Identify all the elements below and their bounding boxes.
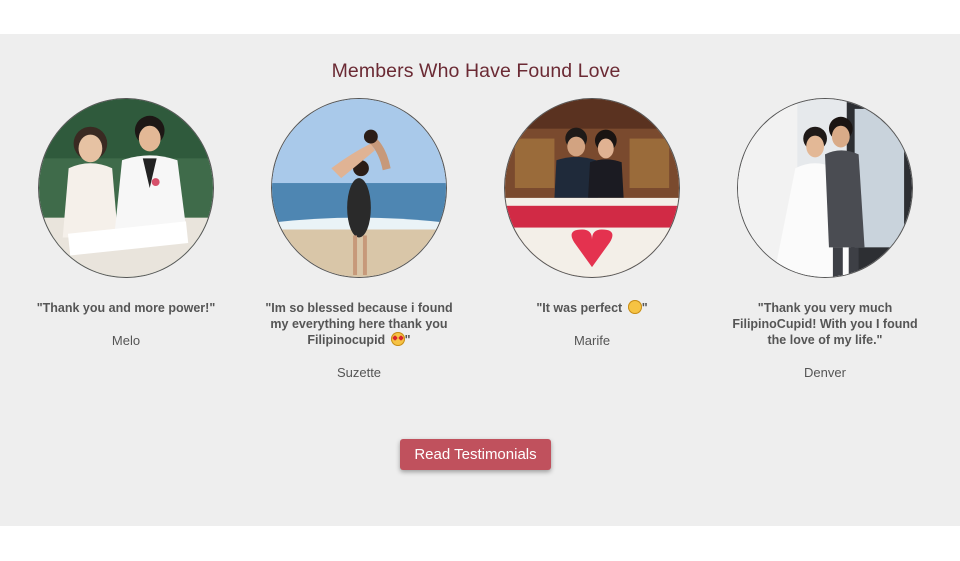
- testimonial-card-marife: "It was perfect " Marife: [487, 98, 697, 348]
- testimonial-quote: "Thank you and more power!": [36, 301, 216, 315]
- smiling-blush-emoji-icon: [627, 300, 642, 314]
- section-title: Members Who Have Found Love: [331, 60, 621, 82]
- testimonial-quote: "Im so blessed because i found my everyt…: [265, 301, 453, 347]
- read-testimonials-button[interactable]: Read Testimonials: [400, 439, 551, 470]
- testimonial-card-suzette: "Im so blessed because i found my everyt…: [254, 98, 464, 380]
- couple-photo-dinner: [504, 98, 680, 278]
- couple-photo-wedding-signing: [38, 98, 214, 278]
- couple-photo-beach: [271, 98, 447, 278]
- testimonial-card-melo: "Thank you and more power!" Melo: [21, 98, 231, 348]
- testimonial-quote: "Thank you very much FilipinoCupid! With…: [732, 301, 918, 347]
- testimonial-quote-end: ": [404, 333, 411, 347]
- testimonials-section: Members Who Have Found Love "Thank you a…: [0, 34, 960, 526]
- star-struck-emoji-icon: [390, 332, 405, 346]
- testimonial-quote-end: ": [641, 301, 648, 315]
- testimonial-name: Melo: [111, 333, 141, 348]
- testimonial-card-denver: "Thank you very much FilipinoCupid! With…: [720, 98, 930, 380]
- testimonial-quote: "It was perfect: [536, 301, 623, 315]
- testimonial-name: Suzette: [336, 365, 382, 380]
- testimonial-name: Denver: [804, 365, 846, 380]
- testimonial-name: Marife: [573, 333, 611, 348]
- couple-photo-wedding-window: [737, 98, 913, 278]
